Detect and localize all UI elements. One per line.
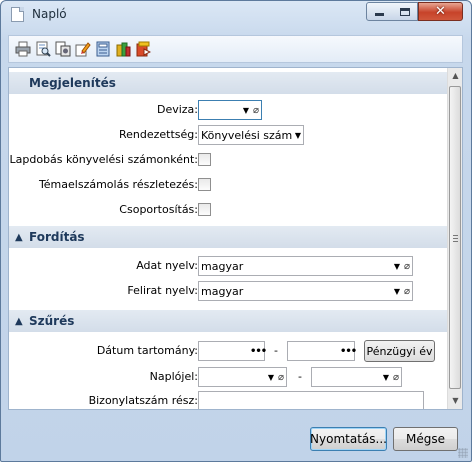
section-display[interactable]: Megjelenítés: [9, 72, 448, 94]
chevron-up-icon: ▲: [15, 231, 23, 243]
ellipsis-icon[interactable]: •••: [250, 346, 267, 357]
chevron-down-icon[interactable]: ▼: [266, 373, 276, 382]
vertical-scrollbar[interactable]: ▲ ▼: [447, 68, 462, 409]
naplo-window: Napló ✕ Megjelenítés Deviza: ▼ ⌀ Rendeze…: [0, 0, 472, 462]
page-break-label: Lapdobás könyvelési számonként:: [9, 153, 199, 166]
date-range-separator: -: [274, 344, 278, 357]
paperclip-icon[interactable]: ⌀: [391, 372, 401, 383]
topic-detail-row: Témaelszámolás részletezés:: [9, 175, 448, 195]
chevron-down-icon[interactable]: ▼: [392, 287, 402, 296]
date-from-input[interactable]: •••: [198, 341, 267, 361]
grip-icon: [453, 235, 458, 242]
paperclip-icon[interactable]: ⌀: [276, 372, 286, 383]
data-language-value: magyar: [201, 259, 244, 273]
section-translation-title: Fordítás: [29, 230, 85, 244]
caption-language-row: Felirat nyelv: magyar ▼ ⌀: [9, 281, 448, 301]
page-break-row: Lapdobás könyvelési számonként:: [9, 150, 448, 170]
voucher-row: Bizonylatszám rész:: [9, 391, 448, 409]
paperclip-icon[interactable]: ⌀: [251, 105, 261, 116]
document-icon: [11, 7, 24, 22]
maximize-button[interactable]: [392, 2, 418, 21]
export-icon[interactable]: [135, 41, 151, 57]
ellipsis-icon[interactable]: •••: [340, 346, 357, 357]
chevron-down-icon[interactable]: ▼: [392, 262, 402, 271]
ordering-value: Könyvelési szám: [201, 128, 293, 142]
close-button[interactable]: ✕: [418, 2, 463, 21]
data-language-combo[interactable]: magyar ▼ ⌀: [198, 256, 413, 276]
date-range-row: Dátum tartomány: ••• - ••• Pénzügyi év: [9, 340, 448, 362]
chevron-down-icon[interactable]: ▼: [241, 106, 251, 115]
journal-to-combo[interactable]: ▼ ⌀: [311, 367, 402, 387]
ordering-combo[interactable]: Könyvelési szám ▼: [198, 125, 304, 145]
journal-from-combo[interactable]: ▼ ⌀: [198, 367, 287, 387]
section-display-title: Megjelenítés: [29, 76, 116, 90]
scroll-up-icon[interactable]: ▲: [448, 68, 462, 84]
journal-row: Naplójel: ▼ ⌀ - ▼ ⌀: [9, 367, 448, 387]
grouping-row: Csoportosítás:: [9, 200, 448, 220]
minimize-button[interactable]: [366, 2, 393, 21]
chevron-down-icon[interactable]: ▼: [293, 131, 303, 140]
voucher-label: Bizonylatszám rész:: [88, 394, 198, 407]
section-translation[interactable]: ▲ Fordítás: [9, 226, 448, 248]
voucher-input[interactable]: [198, 391, 424, 409]
report-icon[interactable]: [115, 41, 131, 57]
grouping-checkbox[interactable]: [198, 203, 211, 216]
data-language-label: Adat nyelv:: [136, 259, 198, 272]
printer-icon[interactable]: [15, 41, 31, 57]
options-panel: Megjelenítés Deviza: ▼ ⌀ Rendezettség: K…: [8, 67, 463, 410]
calculator-icon[interactable]: [95, 41, 111, 57]
minimize-icon: [375, 13, 384, 16]
currency-combo[interactable]: ▼ ⌀: [198, 100, 262, 120]
topic-detail-label: Témaelszámolás részletezés:: [38, 178, 198, 191]
close-icon: ✕: [435, 4, 446, 19]
date-range-label: Dátum tartomány:: [96, 344, 198, 357]
chevron-down-icon[interactable]: ▼: [381, 373, 391, 382]
section-filter-title: Szűrés: [29, 314, 75, 328]
edit-icon[interactable]: [75, 41, 91, 57]
caption-language-combo[interactable]: magyar ▼ ⌀: [198, 281, 413, 301]
topic-detail-checkbox[interactable]: [198, 178, 211, 191]
scroll-down-icon[interactable]: ▼: [448, 393, 462, 409]
section-filter[interactable]: ▲ Szűrés: [9, 310, 448, 332]
print-setup-icon[interactable]: [55, 41, 71, 57]
scrollbar-thumb[interactable]: [449, 86, 461, 389]
dialog-footer: Nyomtatás... Mégse: [1, 411, 471, 461]
currency-label: Deviza:: [156, 103, 198, 116]
caption-language-label: Felirat nyelv:: [127, 284, 198, 297]
page-break-checkbox[interactable]: [198, 153, 211, 166]
journal-separator: -: [298, 370, 302, 383]
date-to-input[interactable]: •••: [287, 341, 357, 361]
currency-row: Deviza: ▼ ⌀: [9, 100, 448, 120]
fiscal-year-button[interactable]: Pénzügyi év: [364, 340, 435, 362]
paperclip-icon[interactable]: ⌀: [402, 286, 412, 297]
data-language-row: Adat nyelv: magyar ▼ ⌀: [9, 256, 448, 276]
grouping-label: Csoportosítás:: [119, 203, 198, 216]
caption-language-value: magyar: [201, 284, 244, 298]
chevron-up-icon: ▲: [15, 315, 23, 327]
window-title: Napló: [32, 7, 67, 21]
print-button[interactable]: Nyomtatás...: [310, 427, 387, 451]
print-preview-icon[interactable]: [35, 41, 51, 57]
title-bar[interactable]: Napló ✕: [1, 1, 471, 28]
paperclip-icon[interactable]: ⌀: [402, 261, 412, 272]
ordering-row: Rendezettség: Könyvelési szám ▼: [9, 125, 448, 145]
cancel-button[interactable]: Mégse: [393, 427, 458, 451]
ordering-label: Rendezettség:: [119, 128, 198, 141]
toolbar: [8, 35, 463, 63]
maximize-icon: [399, 7, 410, 16]
journal-label: Naplójel:: [149, 370, 198, 383]
resize-grip-icon[interactable]: [458, 448, 468, 458]
